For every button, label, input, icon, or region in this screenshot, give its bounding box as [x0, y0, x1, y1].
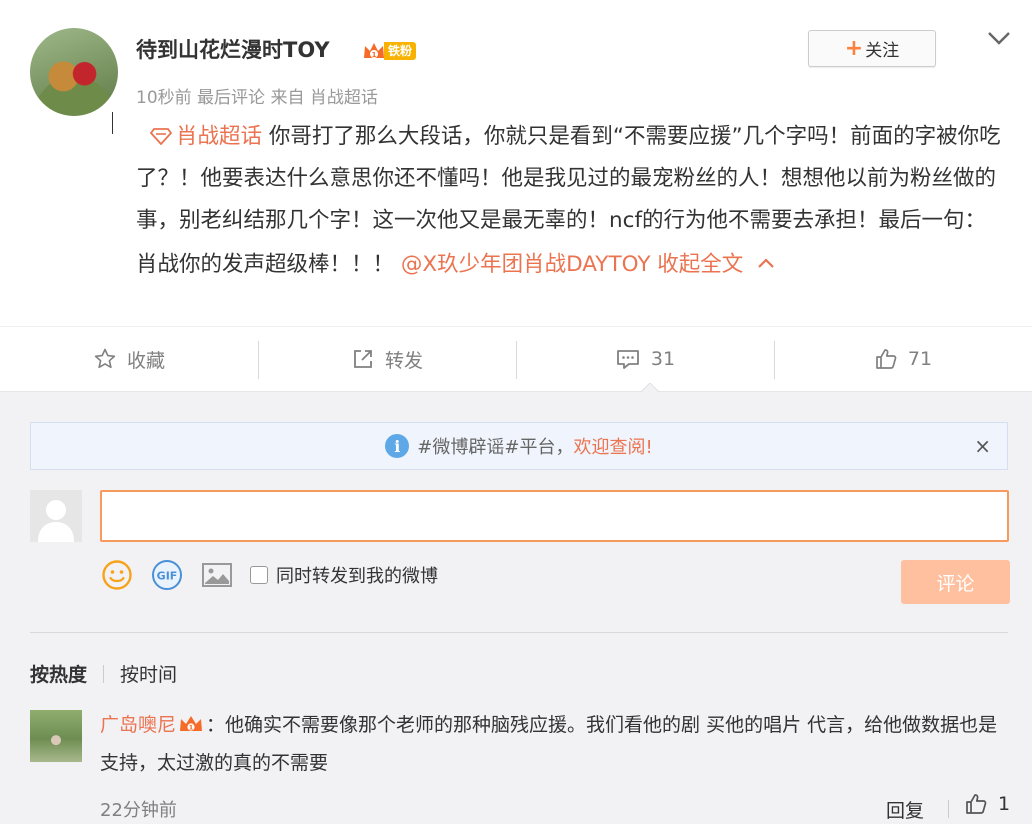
favorite-button[interactable]: 收藏: [0, 327, 258, 391]
text-cursor: [112, 112, 113, 134]
svg-text:GIF: GIF: [157, 570, 178, 583]
plus-icon: +: [844, 35, 864, 61]
checkbox[interactable]: [250, 566, 268, 584]
like-count: 71: [907, 348, 933, 370]
tab-sort-time[interactable]: 按时间: [120, 660, 177, 687]
crown-icon: 1: [178, 709, 204, 732]
follow-button[interactable]: + 关注: [808, 30, 936, 67]
notice-link[interactable]: 欢迎查阅!: [573, 433, 652, 459]
divider: [30, 632, 1008, 633]
weibo-post: 待到山花烂漫时TOY 1 铁粉 10秒前 最后评论 来自 肖战超话 + 关注 肖…: [0, 0, 1032, 326]
super-topic-diamond-icon: [149, 118, 173, 146]
thumbs-up-icon: [966, 794, 987, 814]
thumbs-up-icon: [876, 349, 897, 369]
crown-icon: 1: [362, 40, 386, 62]
comment-button[interactable]: 31: [516, 327, 774, 391]
repost-label: 转发: [384, 349, 423, 372]
notice-text: #微博辟谣#平台，: [417, 437, 574, 458]
star-icon: [94, 348, 116, 369]
comment-time: 22分钟前: [100, 800, 177, 821]
comment-area: i #微博辟谣#平台， 欢迎查阅! × GIF 同时转发到我的微博 评论 按热度…: [0, 392, 1032, 824]
sort-tabs: 按热度 按时间: [30, 660, 177, 687]
chevron-down-icon[interactable]: [986, 28, 1012, 48]
chevron-up-icon[interactable]: [757, 242, 775, 268]
tab-sort-hot[interactable]: 按热度: [30, 660, 87, 687]
my-avatar: [30, 490, 82, 542]
username[interactable]: 待到山花烂漫时TOY: [136, 34, 330, 64]
gif-icon[interactable]: GIF: [150, 558, 184, 592]
repost-checkbox-label: 同时转发到我的微博: [276, 566, 438, 587]
fan-tag-label: 铁粉: [384, 42, 417, 60]
reply-button[interactable]: 回复: [886, 796, 924, 823]
favorite-label: 收藏: [126, 349, 165, 372]
rumor-notice-banner: i #微博辟谣#平台， 欢迎查阅! ×: [30, 422, 1008, 470]
post-content: 肖战超话 你哥打了那么大段话，你就只是看到“不需要应援”几个字吗！前面的字被你吃…: [136, 116, 1006, 286]
comment-colon: ：: [206, 714, 226, 736]
sort-separator: [103, 664, 105, 683]
comment-action-separator: [948, 800, 949, 818]
super-topic-link[interactable]: 肖战超话: [176, 124, 262, 149]
collapse-link[interactable]: 收起全文: [657, 252, 743, 277]
fan-badge[interactable]: 1 铁粉: [362, 40, 417, 62]
post-action-bar: 收藏 转发 31 71: [0, 326, 1032, 392]
close-icon[interactable]: ×: [974, 435, 991, 457]
comment-count: 31: [650, 348, 676, 370]
share-icon: [354, 350, 372, 368]
mention-link[interactable]: @X玖少年团肖战DAYTOY: [401, 252, 651, 277]
svg-text:1: 1: [372, 51, 377, 59]
commenter-avatar[interactable]: [30, 710, 82, 762]
repost-checkbox[interactable]: 同时转发到我的微博: [250, 562, 438, 588]
post-meta: 10秒前 最后评论 来自 肖战超话: [136, 88, 378, 108]
commenter-name[interactable]: 广岛噢尼: [100, 714, 176, 736]
emoji-icon[interactable]: [100, 558, 134, 592]
like-button[interactable]: 71: [774, 327, 1032, 391]
follow-label: 关注: [865, 41, 900, 61]
comment-icon: [617, 350, 639, 369]
comment-like-count: 1: [998, 793, 1011, 815]
info-icon: i: [385, 434, 410, 458]
comment-text: 他确实不需要像那个老师的那种脑残应援。我们看他的剧 买他的唱片 代言，给他做数据…: [100, 714, 998, 774]
comment-like-button[interactable]: 1: [964, 792, 1010, 816]
submit-comment-button[interactable]: 评论: [901, 560, 1010, 604]
user-avatar[interactable]: [30, 28, 118, 116]
repost-button[interactable]: 转发: [258, 327, 516, 391]
composer-toolbar: GIF 同时转发到我的微博: [100, 557, 438, 593]
image-icon[interactable]: [200, 558, 234, 592]
comment-text-block: 广岛噢尼 1 ：他确实不需要像那个老师的那种脑残应援。我们看他的剧 买他的唱片 代言…: [100, 706, 1010, 782]
comment-input[interactable]: [100, 490, 1009, 542]
svg-text:1: 1: [189, 724, 194, 732]
